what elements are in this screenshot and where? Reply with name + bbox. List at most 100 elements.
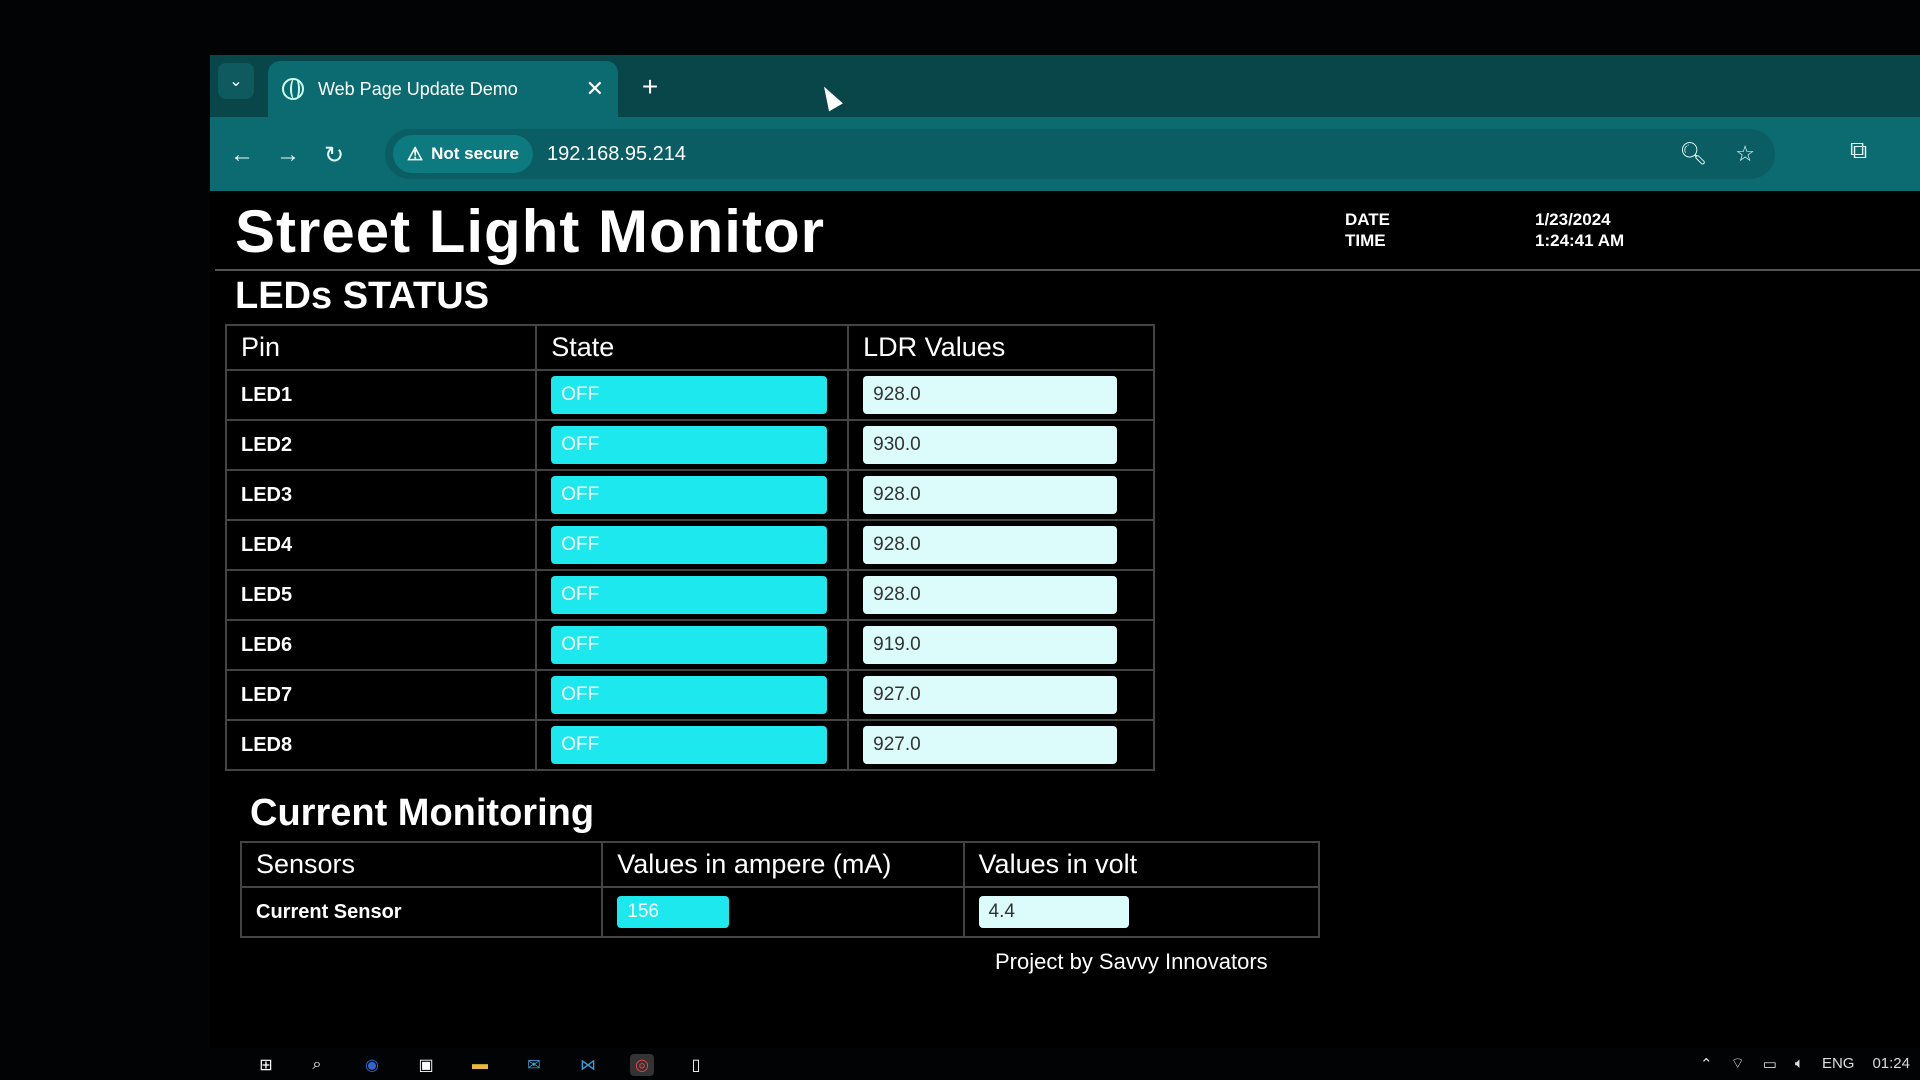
column-header-state: State [535, 324, 850, 371]
volume-icon[interactable]: 🔈︎ [1795, 1055, 1804, 1072]
table-row: LED2 OFF 930.0 [224, 419, 1155, 471]
ldr-cell: 928.0 [847, 519, 1155, 571]
volt-value: 4.4 [978, 896, 1129, 928]
chevron-up-icon[interactable]: ⌃ [1700, 1055, 1713, 1073]
ldr-value: 927.0 [863, 676, 1118, 714]
arrow-left-icon: ← [230, 141, 254, 168]
new-tab-button[interactable]: + [630, 67, 670, 107]
mail-icon[interactable]: ✉ [522, 1054, 546, 1076]
ldr-cell: 928.0 [847, 569, 1155, 621]
volt-cell: 4.4 [962, 886, 1321, 938]
url-text[interactable]: 192.168.95.214 [547, 143, 686, 166]
chevron-down-icon: ⌄ [229, 73, 243, 90]
table-row: LED3 OFF 928.0 [224, 469, 1155, 521]
wifi-icon[interactable]: ⌔ [1731, 1054, 1745, 1073]
browser-window: ⌄ Web Page Update Demo ✕ + ← → ↻ ⚠ Not s… [210, 55, 1920, 1055]
leds-status-heading: LEDs STATUS [235, 275, 490, 317]
state-cell: OFF [535, 569, 850, 621]
state-value: OFF [551, 426, 828, 464]
ldr-value: 919.0 [863, 626, 1118, 664]
column-header-ampere: Values in ampere (mA) [601, 841, 965, 888]
state-value: OFF [551, 476, 828, 514]
state-cell: OFF [535, 469, 850, 521]
state-value: OFF [551, 676, 828, 714]
state-value: OFF [551, 626, 828, 664]
ldr-cell: 928.0 [847, 469, 1155, 521]
date-time-labels: DATE TIME [1345, 209, 1390, 251]
pin-name: LED2 [224, 419, 538, 471]
notepad-icon[interactable]: ▯ [684, 1054, 708, 1076]
globe-icon [282, 78, 304, 100]
search-icon[interactable]: ⌕ [305, 1054, 329, 1076]
state-value: OFF [551, 526, 828, 564]
ampere-cell: 156 [601, 886, 965, 938]
extensions-icon[interactable]: ⧉ [1850, 137, 1867, 165]
browser-toolbar: ← → ↻ ⚠ Not secure 192.168.95.214 🔍︎ ☆ ⧉ [210, 117, 1920, 191]
state-cell: OFF [535, 669, 850, 721]
ldr-cell: 927.0 [847, 669, 1155, 721]
state-cell: OFF [535, 619, 850, 671]
ldr-cell: 928.0 [847, 369, 1155, 421]
table-row: LED6 OFF 919.0 [224, 619, 1155, 671]
system-tray: ⌃ ⌔ ▭ 🔈︎ ENG 01:24 [1700, 1054, 1910, 1073]
language-indicator[interactable]: ENG [1822, 1055, 1855, 1072]
column-header-sensors: Sensors [239, 841, 604, 888]
table-row: LED4 OFF 928.0 [224, 519, 1155, 571]
vscode-icon[interactable]: ⋈ [576, 1054, 600, 1076]
current-monitoring-heading: Current Monitoring [250, 792, 595, 834]
ldr-cell: 930.0 [847, 419, 1155, 471]
date-label: DATE [1345, 210, 1391, 229]
column-header-pin: Pin [224, 324, 538, 371]
ldr-value: 927.0 [863, 726, 1118, 764]
date-value: 1/23/2024 [1535, 210, 1611, 229]
back-button[interactable]: ← [224, 137, 260, 173]
tab-strip: ⌄ Web Page Update Demo ✕ + [210, 55, 1920, 117]
tab-title: Web Page Update Demo [318, 78, 518, 99]
taskbar: ⊞ ⌕ ◉ ▣ ▬ ✉ ⋈ ◎ ▯ ⌃ ⌔ ▭ 🔈︎ ENG 01:24 [0, 1048, 1920, 1080]
pin-name: LED3 [224, 469, 538, 521]
table-row: Current Sensor 156 4.4 [239, 886, 1321, 938]
star-icon[interactable]: ☆ [1735, 141, 1755, 167]
led-status-table: Pin State LDR Values LED1 OFF 928.0 LED2 OFF… [224, 324, 1155, 771]
column-header-volt: Values in volt [962, 841, 1321, 888]
taskbar-clock[interactable]: 01:24 [1872, 1055, 1910, 1072]
pin-name: LED4 [224, 519, 538, 571]
zoom-icon[interactable]: 🔍︎ [1679, 141, 1707, 167]
table-row: LED1 OFF 928.0 [224, 369, 1155, 421]
file-explorer-icon[interactable]: ▬ [468, 1054, 492, 1076]
security-chip[interactable]: ⚠ Not secure [393, 135, 534, 173]
pin-name: LED6 [224, 619, 538, 671]
browser-tab[interactable]: Web Page Update Demo ✕ [268, 61, 618, 117]
reload-icon: ↻ [323, 141, 345, 169]
ldr-value: 928.0 [863, 526, 1118, 564]
time-label: TIME [1345, 231, 1386, 250]
chrome-icon[interactable]: ◎ [630, 1054, 654, 1076]
address-bar[interactable]: ⚠ Not secure 192.168.95.214 🔍︎ ☆ [385, 129, 1775, 179]
windows-start-icon[interactable]: ⊞ [254, 1054, 278, 1076]
title-divider [215, 269, 1920, 271]
pin-name: LED7 [224, 669, 538, 721]
address-bar-actions: 🔍︎ ☆ [1679, 141, 1755, 167]
battery-icon[interactable]: ▭ [1763, 1055, 1777, 1073]
pin-name: LED1 [224, 369, 538, 421]
time-value: 1:24:41 AM [1535, 231, 1625, 250]
table-row: LED5 OFF 928.0 [224, 569, 1155, 621]
column-header-ldr: LDR Values [847, 324, 1155, 371]
reload-button[interactable]: ↻ [316, 137, 352, 173]
ldr-value: 928.0 [863, 576, 1118, 614]
tab-search-button[interactable]: ⌄ [218, 63, 254, 99]
edge-browser-icon[interactable]: ◉ [360, 1054, 384, 1076]
security-label: Not secure [431, 144, 520, 163]
forward-button[interactable]: → [270, 137, 306, 173]
store-icon[interactable]: ▣ [414, 1054, 438, 1076]
state-value: OFF [551, 376, 828, 414]
state-cell: OFF [535, 719, 850, 771]
arrow-right-icon: → [276, 141, 300, 168]
plus-icon: + [641, 71, 659, 102]
footer-credit: Project by Savvy Innovators [995, 949, 1268, 974]
page-content: Street Light Monitor DATE TIME 1/23/2024… [210, 191, 1920, 1051]
table-row: LED7 OFF 927.0 [224, 669, 1155, 721]
ldr-value: 930.0 [863, 426, 1118, 464]
close-icon[interactable]: ✕ [586, 76, 604, 102]
pin-name: LED5 [224, 569, 538, 621]
